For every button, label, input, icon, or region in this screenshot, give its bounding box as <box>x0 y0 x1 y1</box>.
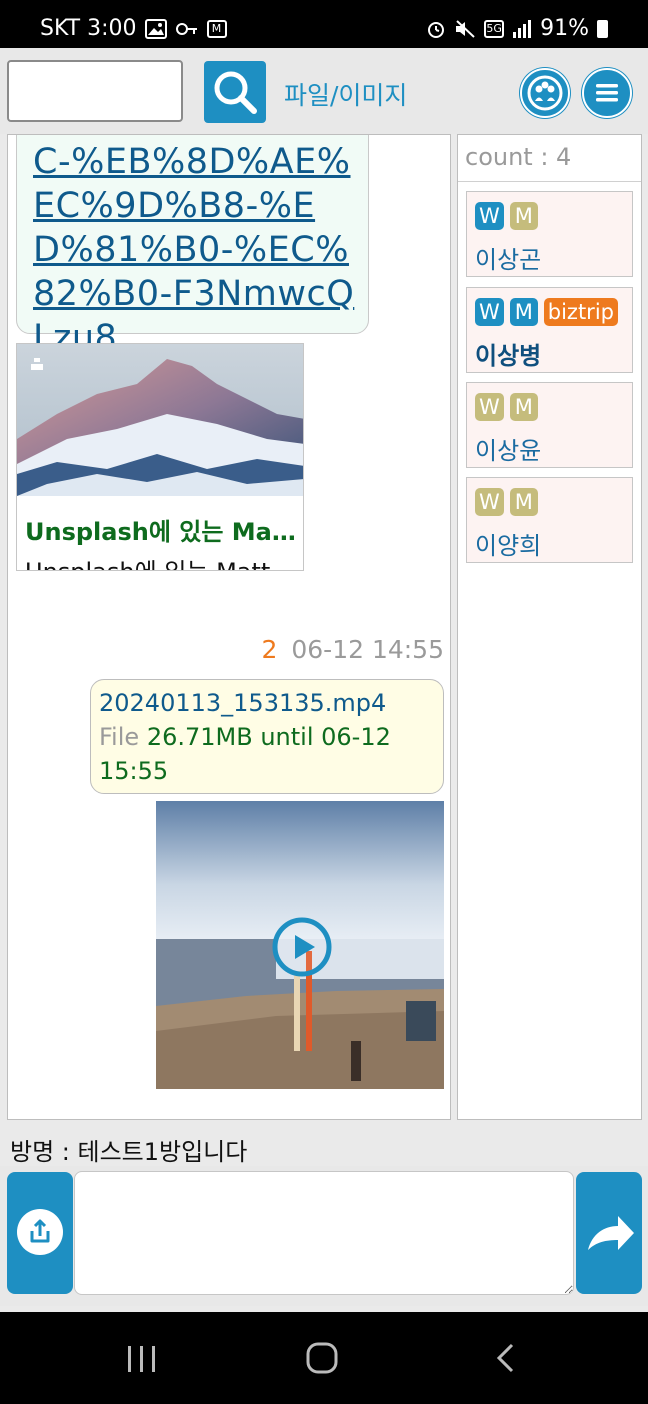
member-badges: W M <box>475 202 538 230</box>
recent-apps-icon[interactable] <box>126 1344 158 1374</box>
m-badge: M <box>509 393 538 421</box>
send-button[interactable] <box>576 1172 642 1294</box>
message-composer <box>0 1166 648 1306</box>
member-badges: W M <box>475 393 538 421</box>
file-size-expiry: 26.71MB until 06-12 15:55 <box>99 723 391 785</box>
m-badge: M <box>509 202 538 230</box>
alarm-icon <box>428 21 445 38</box>
video-thumbnail[interactable] <box>156 801 444 1089</box>
w-badge: W <box>475 393 504 421</box>
divider <box>458 181 641 182</box>
member-item[interactable]: W M 이상곤 <box>466 191 633 277</box>
menu-icon <box>596 84 618 102</box>
mute-icon <box>456 19 475 38</box>
chat-panel[interactable]: C-%EB%8D%AE%EC%9D%B8-%ED%81%B0-%EC%82%B0… <box>7 134 451 1120</box>
preview-description: Unsplash에 있는 Matt Hardy의 사진 <box>25 552 303 570</box>
status-left: SKT 3:00 M <box>40 16 227 41</box>
members-button[interactable] <box>520 68 570 118</box>
message-time: 06-12 14:55 <box>291 635 444 664</box>
status-right: 5G 91% <box>426 16 608 41</box>
carrier-time: SKT 3:00 <box>40 16 137 41</box>
member-item[interactable]: W M 이상윤 <box>466 382 633 468</box>
member-name[interactable]: 이양희 <box>475 526 541 561</box>
vpn-key-icon <box>175 22 197 35</box>
member-item[interactable]: W M 이양희 <box>466 477 633 563</box>
unsplash-icon <box>31 358 43 370</box>
message-input[interactable] <box>74 1171 574 1295</box>
signal-icon <box>513 19 532 38</box>
battery-icon <box>597 19 608 38</box>
member-badges: W M <box>475 488 538 516</box>
room-name: 방명 : 테스트1방입니다 <box>10 1138 248 1166</box>
file-image-link[interactable]: 파일/이미지 <box>284 76 407 112</box>
mstock-icon: M <box>206 19 227 38</box>
share-icon <box>30 1219 50 1243</box>
member-badges: W M biztrip <box>475 298 618 326</box>
status-bar: SKT 3:00 M 5G 91% <box>0 0 648 48</box>
system-nav-bar <box>0 1312 648 1404</box>
message-meta: 2 06-12 14:55 <box>8 635 445 664</box>
home-icon[interactable] <box>306 1342 338 1374</box>
battery-percent: 91% <box>540 16 589 41</box>
send-arrow-icon <box>588 1216 634 1250</box>
search-icon <box>214 71 257 114</box>
unread-count: 2 <box>261 635 278 664</box>
m-badge: M <box>509 488 538 516</box>
biztrip-badge: biztrip <box>543 298 618 326</box>
link-message-bubble[interactable]: C-%EB%8D%AE%EC%9D%B8-%ED%81%B0-%EC%82%B0… <box>16 135 369 358</box>
m-badge: M <box>509 298 538 326</box>
image-icon <box>144 18 167 39</box>
people-group-icon <box>527 75 563 111</box>
member-name[interactable]: 이상병 <box>475 336 541 371</box>
menu-button[interactable] <box>582 68 632 118</box>
member-name[interactable]: 이상윤 <box>475 431 541 466</box>
search-button[interactable] <box>204 61 266 123</box>
preview-title[interactable]: Unsplash에 있는 Matt Hardy의 사진 <box>25 512 303 547</box>
member-name[interactable]: 이상곤 <box>475 240 541 275</box>
member-panel: count : 4 W M 이상곤 W M biztrip 이상병 W M 이상… <box>457 134 642 1120</box>
share-icon-bg <box>17 1209 63 1255</box>
share-button[interactable] <box>7 1172 73 1294</box>
file-name[interactable]: 20240113_153135.mp4 <box>99 689 386 717</box>
back-icon[interactable] <box>494 1342 516 1374</box>
play-icon[interactable] <box>271 916 333 978</box>
member-item[interactable]: W M biztrip 이상병 <box>466 287 633 373</box>
file-message-bubble[interactable]: 20240113_153135.mp4 File 26.71MB until 0… <box>90 679 444 794</box>
top-bar: 파일/이미지 <box>0 48 648 134</box>
w-badge: W <box>475 298 504 326</box>
file-kind-label: File <box>99 723 140 751</box>
mountain-preview-image[interactable] <box>17 344 304 496</box>
link-url[interactable]: C-%EB%8D%AE%EC%9D%B8-%ED%81%B0-%EC%82%B0… <box>33 140 360 360</box>
w-badge: W <box>475 488 504 516</box>
member-count: count : 4 <box>465 143 572 171</box>
w-badge: W <box>475 202 504 230</box>
5g-icon: 5G <box>484 19 505 38</box>
link-preview-card[interactable]: Unsplash에 있는 Matt Hardy의 사진 Unsplash에 있는… <box>16 343 304 571</box>
search-input[interactable] <box>7 60 183 122</box>
